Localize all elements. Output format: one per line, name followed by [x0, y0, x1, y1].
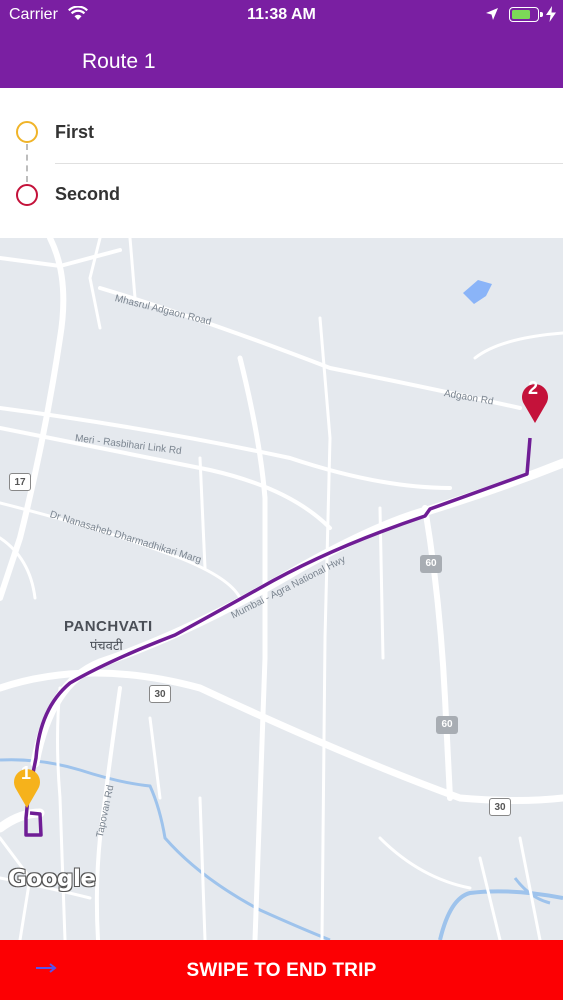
- battery-icon: [509, 7, 543, 22]
- end-marker-number[interactable]: 2: [528, 378, 538, 399]
- location-arrow-icon: [485, 7, 499, 26]
- google-logo: Google: [8, 866, 96, 892]
- start-marker-number[interactable]: 1: [21, 763, 31, 784]
- place-label-local: पंचवटी: [90, 638, 123, 653]
- stop-item-second[interactable]: Second: [0, 163, 563, 225]
- stop-item-first[interactable]: First: [0, 101, 563, 163]
- stop-start-ring-icon: [16, 121, 38, 143]
- stop-label: Second: [55, 184, 121, 204]
- stop-label: First: [55, 122, 95, 142]
- page-title: Route 1: [82, 50, 156, 73]
- highway-shield: 30: [489, 798, 511, 816]
- place-label: PANCHVATI: [64, 618, 153, 635]
- app-header: Carrier 11:38 AM Route 1: [0, 0, 563, 88]
- route-map[interactable]: 2 1 Mhasrul Adgaon Road Adgaon Rd Meri -…: [0, 238, 563, 940]
- highway-shield: 30: [149, 685, 171, 703]
- swipe-label: SWIPE TO END TRIP: [186, 960, 377, 981]
- stop-end-ring-icon: [16, 184, 38, 206]
- highway-shield: 60: [420, 555, 442, 573]
- status-time: 11:38 AM: [247, 6, 316, 23]
- highway-shield: 60: [436, 716, 458, 734]
- route-stops-list: First Second: [0, 88, 563, 238]
- status-bar: Carrier 11:38 AM: [0, 0, 563, 30]
- charging-icon: [546, 6, 556, 27]
- highway-shield: 17: [9, 473, 31, 491]
- swipe-to-end-trip-button[interactable]: SWIPE TO END TRIP: [0, 940, 563, 1000]
